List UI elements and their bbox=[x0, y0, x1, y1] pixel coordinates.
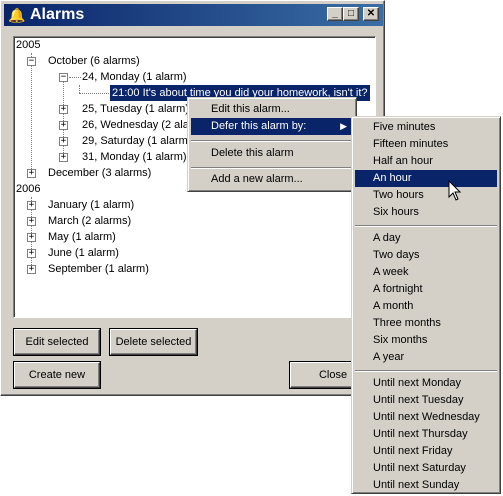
expand-toggle[interactable]: + bbox=[27, 233, 36, 242]
window-title: Alarms bbox=[30, 6, 85, 23]
defer-a-month[interactable]: A month bbox=[355, 298, 497, 315]
defer-half-hour[interactable]: Half an hour bbox=[355, 153, 497, 170]
defer-a-year[interactable]: A year bbox=[355, 349, 497, 366]
expand-toggle[interactable]: + bbox=[59, 105, 68, 114]
tree-line bbox=[79, 85, 80, 93]
menu-item-delete[interactable]: Delete this alarm bbox=[191, 145, 353, 162]
tree-oct-26[interactable]: 26, Wednesday (2 ala bbox=[82, 117, 189, 133]
edit-selected-button[interactable]: Edit selected bbox=[14, 329, 100, 355]
menu-separator bbox=[355, 370, 497, 372]
defer-next-wednesday[interactable]: Until next Wednesday bbox=[355, 409, 497, 426]
expand-toggle[interactable]: + bbox=[27, 217, 36, 226]
menu-item-defer[interactable]: Defer this alarm by: ▶ bbox=[191, 118, 353, 135]
alarms-window: 🔔 Alarms _ □ ✕ 2005 − October (6 alarms)… bbox=[0, 0, 385, 396]
expand-toggle[interactable]: + bbox=[27, 249, 36, 258]
defer-next-monday[interactable]: Until next Monday bbox=[355, 375, 497, 392]
maximize-button[interactable]: □ bbox=[343, 7, 359, 21]
submenu-arrow-icon: ▶ bbox=[340, 121, 347, 131]
menu-item-defer-label: Defer this alarm by: bbox=[211, 120, 307, 132]
expand-toggle[interactable]: + bbox=[27, 169, 36, 178]
close-window-button[interactable]: ✕ bbox=[363, 7, 379, 21]
tree-january[interactable]: January (1 alarm) bbox=[48, 197, 134, 213]
context-menu: Edit this alarm... Defer this alarm by: … bbox=[187, 97, 357, 192]
tree-october[interactable]: October (6 alarms) bbox=[48, 53, 140, 69]
tree-may[interactable]: May (1 alarm) bbox=[48, 229, 116, 245]
defer-six-hours[interactable]: Six hours bbox=[355, 204, 497, 221]
mouse-pointer-icon bbox=[448, 180, 462, 201]
menu-separator bbox=[191, 140, 353, 142]
minimize-button[interactable]: _ bbox=[327, 7, 343, 21]
collapse-toggle[interactable]: − bbox=[59, 73, 68, 82]
tree-oct-24[interactable]: 24, Monday (1 alarm) bbox=[82, 69, 187, 85]
defer-next-tuesday[interactable]: Until next Tuesday bbox=[355, 392, 497, 409]
expand-toggle[interactable]: + bbox=[59, 137, 68, 146]
tree-line bbox=[69, 77, 81, 78]
tree-oct-29[interactable]: 29, Saturday (1 alarm) bbox=[82, 133, 191, 149]
tree-line bbox=[79, 93, 109, 94]
defer-three-months[interactable]: Three months bbox=[355, 315, 497, 332]
tree-oct-25[interactable]: 25, Tuesday (1 alarm) bbox=[82, 101, 189, 117]
defer-a-day[interactable]: A day bbox=[355, 230, 497, 247]
tree-december[interactable]: December (3 alarms) bbox=[48, 165, 151, 181]
tree-year-2005[interactable]: 2005 bbox=[16, 37, 40, 53]
tree-oct-31[interactable]: 31, Monday (1 alarm) bbox=[82, 149, 187, 165]
defer-submenu: Five minutes Fifteen minutes Half an hou… bbox=[351, 116, 501, 494]
expand-toggle[interactable]: + bbox=[27, 265, 36, 274]
defer-next-sunday[interactable]: Until next Sunday bbox=[355, 477, 497, 494]
create-new-button[interactable]: Create new bbox=[14, 362, 100, 388]
defer-next-thursday[interactable]: Until next Thursday bbox=[355, 426, 497, 443]
defer-two-hours[interactable]: Two hours bbox=[355, 187, 497, 204]
expand-toggle[interactable]: + bbox=[27, 201, 36, 210]
defer-next-saturday[interactable]: Until next Saturday bbox=[355, 460, 497, 477]
tree-year-2006[interactable]: 2006 bbox=[16, 181, 40, 197]
defer-six-months[interactable]: Six months bbox=[355, 332, 497, 349]
menu-item-add[interactable]: Add a new alarm... bbox=[191, 171, 353, 188]
title-bar[interactable]: 🔔 Alarms _ □ ✕ bbox=[4, 4, 383, 26]
expand-toggle[interactable]: + bbox=[59, 153, 68, 162]
expand-toggle[interactable]: + bbox=[59, 121, 68, 130]
defer-two-days[interactable]: Two days bbox=[355, 247, 497, 264]
menu-separator bbox=[355, 225, 497, 227]
tree-line bbox=[31, 53, 32, 173]
tree-september[interactable]: September (1 alarm) bbox=[48, 261, 149, 277]
tree-march[interactable]: March (2 alarms) bbox=[48, 213, 131, 229]
delete-selected-button[interactable]: Delete selected bbox=[110, 329, 197, 355]
menu-item-edit[interactable]: Edit this alarm... bbox=[191, 101, 353, 118]
defer-an-hour[interactable]: An hour bbox=[355, 170, 497, 187]
defer-a-fortnight[interactable]: A fortnight bbox=[355, 281, 497, 298]
menu-separator bbox=[191, 167, 353, 169]
defer-five-minutes[interactable]: Five minutes bbox=[355, 119, 497, 136]
defer-a-week[interactable]: A week bbox=[355, 264, 497, 281]
collapse-toggle[interactable]: − bbox=[27, 57, 36, 66]
defer-fifteen-minutes[interactable]: Fifteen minutes bbox=[355, 136, 497, 153]
tree-june[interactable]: June (1 alarm) bbox=[48, 245, 119, 261]
defer-next-friday[interactable]: Until next Friday bbox=[355, 443, 497, 460]
bell-icon: 🔔 bbox=[8, 7, 26, 23]
